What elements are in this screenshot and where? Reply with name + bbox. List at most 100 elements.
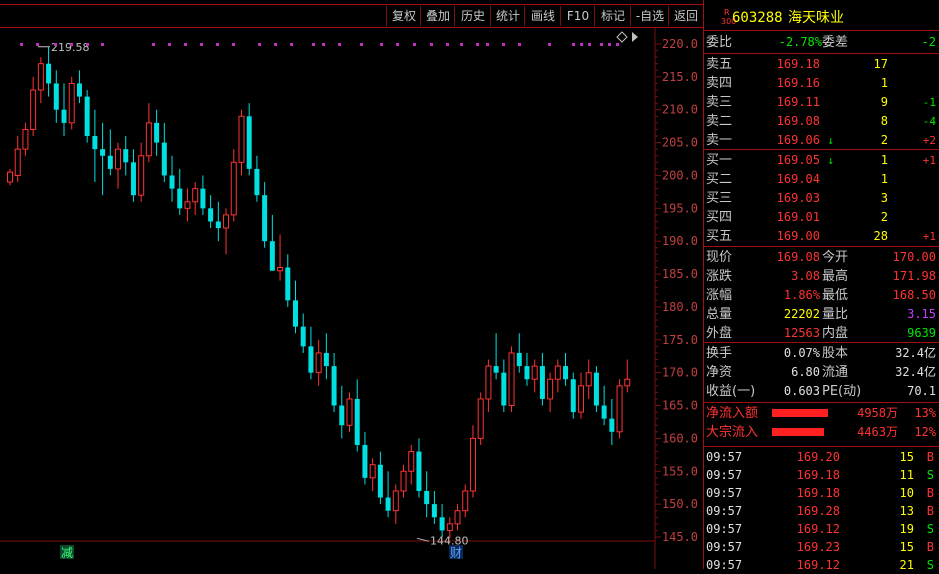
candle-body-down (254, 168, 260, 196)
asks-label: 卖五 (706, 57, 733, 72)
candle-body-up (462, 490, 469, 512)
event-marker-dot (216, 43, 219, 46)
trade-row[interactable]: 09:57 169.28 13 B (704, 502, 939, 520)
stats-label: 涨跌 (706, 269, 733, 284)
candle-body-down (300, 326, 306, 347)
trade-price: 169.20 (796, 450, 840, 464)
event-marker-dot (184, 43, 187, 46)
candle-body-down (161, 142, 167, 176)
trade-time: 09:57 (706, 486, 743, 500)
commission-ratio-label: 委比 (706, 35, 733, 50)
candle-body-down (385, 497, 391, 511)
candle-body-down (285, 267, 291, 301)
candle-body-down (84, 96, 90, 137)
bids-arrow-icon: ↓ (827, 154, 834, 167)
stats-label: 最低 (822, 288, 849, 303)
kline-chart[interactable]: 220.0 215.0 210.0 205.0 200.0 195.0 190.0 185.0… (0, 28, 702, 569)
bids-row: 买二 169.04 1 (704, 170, 939, 189)
candle-body-up (230, 161, 237, 216)
toolbar-button-0[interactable]: 复权 (386, 6, 421, 26)
candle-body-down (570, 379, 576, 413)
asks-row: 卖四 169.16 1 (704, 74, 939, 93)
toolbar-button-8[interactable]: 返回 (668, 6, 703, 26)
diamond-icon (616, 31, 628, 43)
candle-body-up (138, 155, 145, 196)
candle-body-up (37, 63, 44, 91)
flow-percent: 12% (914, 425, 936, 439)
trade-row[interactable]: 09:57 169.12 21 S (704, 556, 939, 574)
candle-body-down (339, 405, 345, 426)
y-tick-label: 185.0 (662, 267, 698, 281)
commission-diff-label: 委差 (822, 35, 849, 50)
event-marker-dot (572, 43, 575, 46)
stats-row: 总量 22202 量比 3.15 (704, 305, 939, 324)
candle-body-up (624, 378, 631, 387)
candle-body-up (68, 82, 75, 124)
event-marker-dot (312, 43, 315, 46)
toolbar-button-7[interactable]: -自选 (630, 6, 669, 26)
toolbar-button-1[interactable]: 叠加 (420, 6, 455, 26)
toolbar-button-2[interactable]: 历史 (454, 6, 491, 26)
event-marker-dot (616, 43, 619, 46)
trade-volume: 19 (899, 522, 914, 536)
finance-value: 32.4亿 (895, 346, 936, 360)
toolbar-button-3[interactable]: 统计 (490, 6, 525, 26)
flow-amount: 4463万 (857, 425, 898, 439)
flow-amount: 4958万 (857, 406, 898, 420)
trade-row[interactable]: 09:57 169.18 10 B (704, 484, 939, 502)
candle-body-up (223, 214, 230, 229)
asks-change: -4 (922, 115, 936, 128)
trade-row[interactable]: 09:57 169.12 19 S (704, 520, 939, 538)
y-tick-label: 205.0 (662, 136, 698, 150)
candle-body-up (585, 372, 592, 387)
trade-volume: 15 (899, 450, 914, 464)
toolbar-button-4[interactable]: 画线 (524, 6, 561, 26)
stats-row: 涨幅 1.86% 最低 168.50 (704, 286, 939, 305)
trade-price: 169.18 (796, 486, 840, 500)
y-tick-label: 155.0 (662, 464, 698, 478)
stats-label: 涨幅 (706, 288, 733, 303)
candle-body-down (262, 195, 268, 242)
event-marker-dot (86, 43, 89, 46)
trade-side: B (926, 486, 934, 500)
trade-row[interactable]: 09:57 169.23 15 B (704, 538, 939, 556)
y-tick-label: 170.0 (662, 366, 698, 380)
candle-body-up (346, 398, 353, 426)
candle-body-down (154, 122, 160, 143)
candle-body-up (469, 437, 476, 492)
asks-volume: 2 (880, 133, 888, 147)
toolbar-button-6[interactable]: 标记 (594, 6, 631, 26)
commission-ratio-value: -2.78% (778, 35, 822, 49)
trade-side: B (926, 540, 934, 554)
flow-row: 大宗流入 4463万 12% (704, 423, 939, 442)
stats-value: 169.08 (776, 250, 820, 264)
finance-label: 股本 (822, 346, 849, 361)
asks-price: 169.16 (776, 76, 820, 90)
asks-volume: 1 (880, 76, 888, 90)
bids-volume: 28 (873, 229, 888, 243)
bids-label: 买二 (706, 172, 733, 187)
stats-value: 170.00 (892, 250, 936, 264)
event-marker-dot (70, 43, 73, 46)
asks-label: 卖三 (706, 95, 733, 110)
candle-body-up (115, 148, 122, 170)
event-marker-dot (588, 43, 591, 46)
candle-body-down (130, 162, 136, 196)
trade-side: S (926, 522, 934, 536)
stock-badge-top: R (724, 8, 730, 17)
candle-body-down (246, 116, 252, 169)
event-marker-dot (502, 43, 505, 46)
trade-row[interactable]: 09:57 169.20 15 B (704, 448, 939, 466)
y-tick-label: 200.0 (662, 168, 698, 182)
toolbar-button-5[interactable]: F10 (560, 6, 595, 26)
stats-row: 现价 169.08 今开 170.00 (704, 248, 939, 267)
bids-price: 169.05 (776, 153, 820, 167)
candle-body-up (547, 378, 554, 400)
bids-row: 买五 169.00 28 +1 (704, 227, 939, 246)
finance-label: 流通 (822, 365, 849, 380)
candle-body-up (616, 385, 623, 433)
trade-time: 09:57 (706, 558, 743, 572)
bids-label: 买五 (706, 229, 733, 244)
trade-row[interactable]: 09:57 169.18 11 S (704, 466, 939, 484)
trade-time: 09:57 (706, 450, 743, 464)
